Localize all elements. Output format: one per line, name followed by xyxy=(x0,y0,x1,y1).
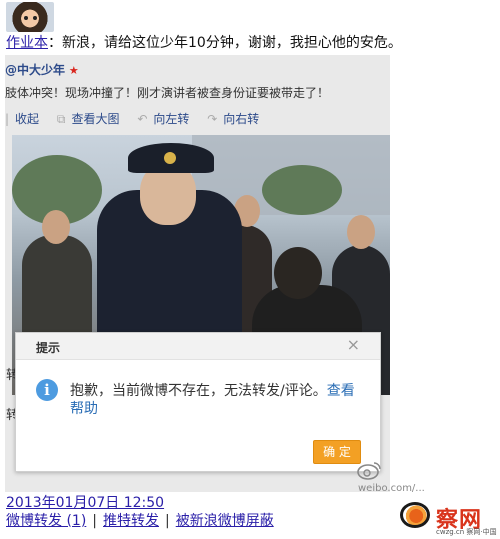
rotate-right-icon: ↷ xyxy=(207,112,218,126)
rotate-left-icon: ↶ xyxy=(137,112,148,126)
twitter-repost-link[interactable]: 推特转发 xyxy=(103,513,159,529)
photo-person-head xyxy=(347,215,375,249)
rotate-left-button[interactable]: 向左转 xyxy=(153,110,189,127)
avatar-eye xyxy=(24,16,28,20)
rotate-right-button[interactable]: 向右转 xyxy=(223,110,259,127)
author-link[interactable]: 作业本 xyxy=(6,35,48,51)
avatar[interactable] xyxy=(6,2,54,32)
blocked-link[interactable]: 被新浪微博屏蔽 xyxy=(176,513,274,529)
image-toolbar: | 收起 ⧉ 查看大图 ↶ 向左转 ↷ 向右转 xyxy=(5,110,390,127)
post-line: 作业本：新浪，请给这位少年10分钟，谢谢，我担心他的安危。 xyxy=(6,34,402,52)
avatar-eye xyxy=(33,16,37,20)
zoom-icon: ⧉ xyxy=(56,112,66,126)
dialog-message: 抱歉，当前微博不存在，无法转发/评论。查看帮助 xyxy=(70,382,360,418)
collapse-icon: | xyxy=(5,112,10,126)
eye-logo-icon xyxy=(400,502,430,528)
dialog-title: 提示 xyxy=(36,341,61,355)
collapse-button[interactable]: 收起 xyxy=(15,110,39,127)
weibo-icon xyxy=(357,462,381,480)
photo-tree xyxy=(262,165,342,215)
close-icon[interactable]: × xyxy=(347,336,360,354)
post-message: 新浪，请给这位少年10分钟，谢谢，我担心他的安危。 xyxy=(62,35,402,51)
dialog-header: 提示 × xyxy=(16,333,380,360)
post-actions: 微博转发 (1) | 推特转发 | 被新浪微博屏蔽 xyxy=(6,510,274,530)
embedded-source: @中大少年 ★ xyxy=(5,61,79,78)
author-colon: ： xyxy=(48,35,62,51)
alert-dialog: 提示 × i 抱歉，当前微博不存在，无法转发/评论。查看帮助 确 定 xyxy=(15,332,381,472)
confirm-button[interactable]: 确 定 xyxy=(313,440,361,464)
photo-cap-badge xyxy=(164,152,176,164)
dialog-message-text: 抱歉，当前微博不存在，无法转发/评论。 xyxy=(70,383,327,399)
photo-person-head xyxy=(42,210,70,244)
view-large-button[interactable]: 查看大图 xyxy=(71,110,119,127)
info-icon: i xyxy=(36,379,58,401)
logo-sub: cwzg.cn 察网·中国 xyxy=(436,528,497,536)
watermark-url: weibo.com/... xyxy=(358,483,425,494)
post-date-link[interactable]: 2013年01月07日 12:50 xyxy=(6,492,164,512)
embedded-handle[interactable]: @中大少年 xyxy=(5,63,65,77)
site-logo: 察网 cwzg.cn 察网·中国 xyxy=(392,500,498,538)
embedded-text: 肢体冲突！现场冲撞了！刚才演讲者被查身份证要被带走了！ xyxy=(5,86,330,100)
verified-badge-icon: ★ xyxy=(68,64,79,77)
photo-young-man-head xyxy=(274,247,322,299)
action-separator: | xyxy=(92,513,97,529)
action-separator: | xyxy=(165,513,170,529)
weibo-repost-link[interactable]: 微博转发 (1) xyxy=(6,513,86,529)
